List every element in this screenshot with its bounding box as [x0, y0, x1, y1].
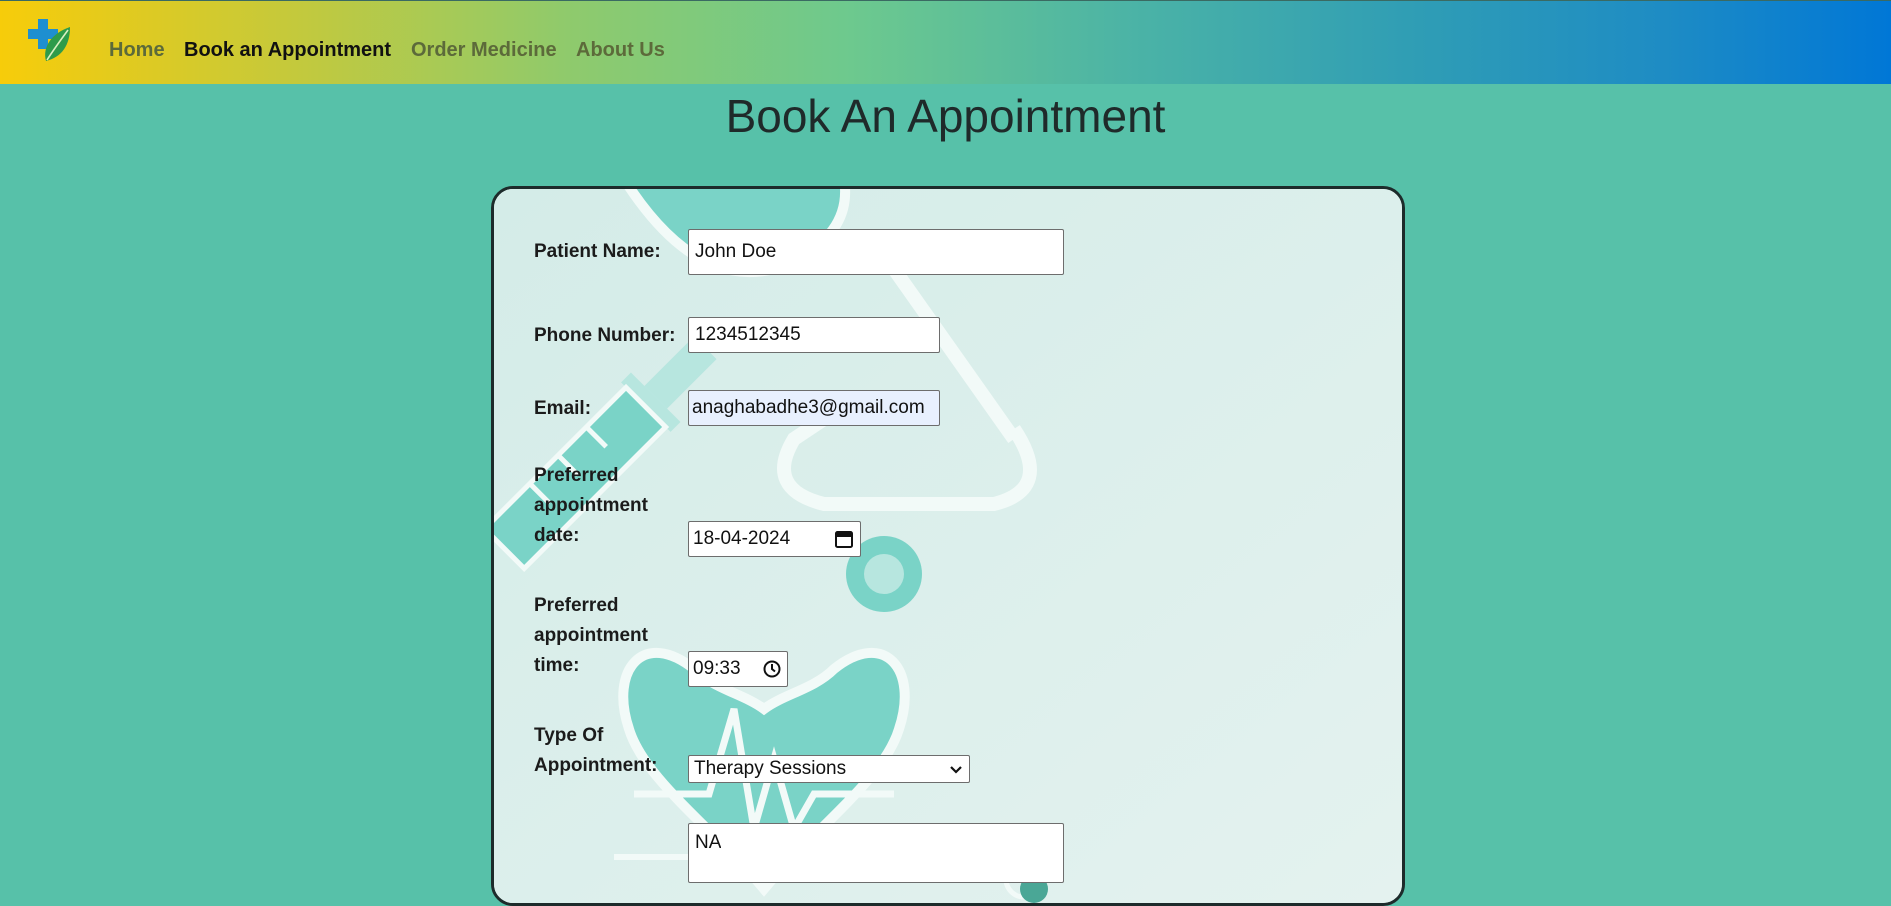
preferred-time-label-line-3: time:: [534, 655, 580, 676]
preferred-time-label-line-2: appointment: [534, 625, 648, 646]
medical-cross-leaf-icon[interactable]: [26, 17, 72, 67]
preferred-date-label: Preferred appointment date:: [534, 461, 648, 551]
calendar-icon[interactable]: [834, 529, 854, 549]
preferred-time-label-line-1: Preferred: [534, 595, 619, 616]
appointment-type-value: Therapy Sessions: [694, 758, 847, 779]
page-title: Book An Appointment: [725, 90, 1166, 142]
appointment-form-card: Patient Name: John Doe Phone Number: 123…: [491, 186, 1405, 906]
appointment-type-label-line-1: Type Of: [534, 725, 604, 746]
patient-name-label: Patient Name:: [534, 241, 661, 262]
appointment-type-select[interactable]: Therapy Sessions: [688, 755, 970, 783]
notes-textarea[interactable]: NA: [688, 823, 1064, 883]
preferred-date-input[interactable]: 18-04-2024: [688, 521, 861, 557]
preferred-date-label-line-1: Preferred: [534, 465, 619, 486]
patient-name-value: John Doe: [695, 241, 777, 262]
top-navbar: Home Book an Appointment Order Medicine …: [0, 0, 1891, 84]
preferred-date-label-line-2: appointment: [534, 495, 648, 516]
email-value: anaghabadhe3@gmail.com: [692, 397, 925, 418]
nav-link-home[interactable]: Home: [109, 39, 165, 62]
preferred-time-value: 09:33: [693, 658, 741, 679]
notes-value: NA: [695, 832, 722, 853]
appointment-type-label: Type Of Appointment:: [534, 721, 657, 781]
nav-link-order-medicine[interactable]: Order Medicine: [411, 39, 557, 62]
preferred-date-value: 18-04-2024: [693, 528, 791, 549]
chevron-down-icon: [950, 766, 962, 774]
phone-number-label: Phone Number:: [534, 325, 676, 346]
preferred-time-label: Preferred appointment time:: [534, 591, 648, 681]
email-label: Email:: [534, 398, 592, 419]
nav-link-about-us[interactable]: About Us: [576, 39, 665, 62]
preferred-date-label-line-3: date:: [534, 525, 580, 546]
phone-number-value: 1234512345: [695, 324, 801, 345]
clock-icon[interactable]: [762, 659, 782, 679]
email-input[interactable]: anaghabadhe3@gmail.com: [688, 390, 940, 426]
nav-link-book-appointment[interactable]: Book an Appointment: [184, 39, 391, 62]
phone-number-input[interactable]: 1234512345: [688, 317, 940, 353]
patient-name-input[interactable]: John Doe: [688, 229, 1064, 275]
appointment-type-label-line-2: Appointment:: [534, 755, 658, 776]
preferred-time-input[interactable]: 09:33: [688, 651, 788, 687]
